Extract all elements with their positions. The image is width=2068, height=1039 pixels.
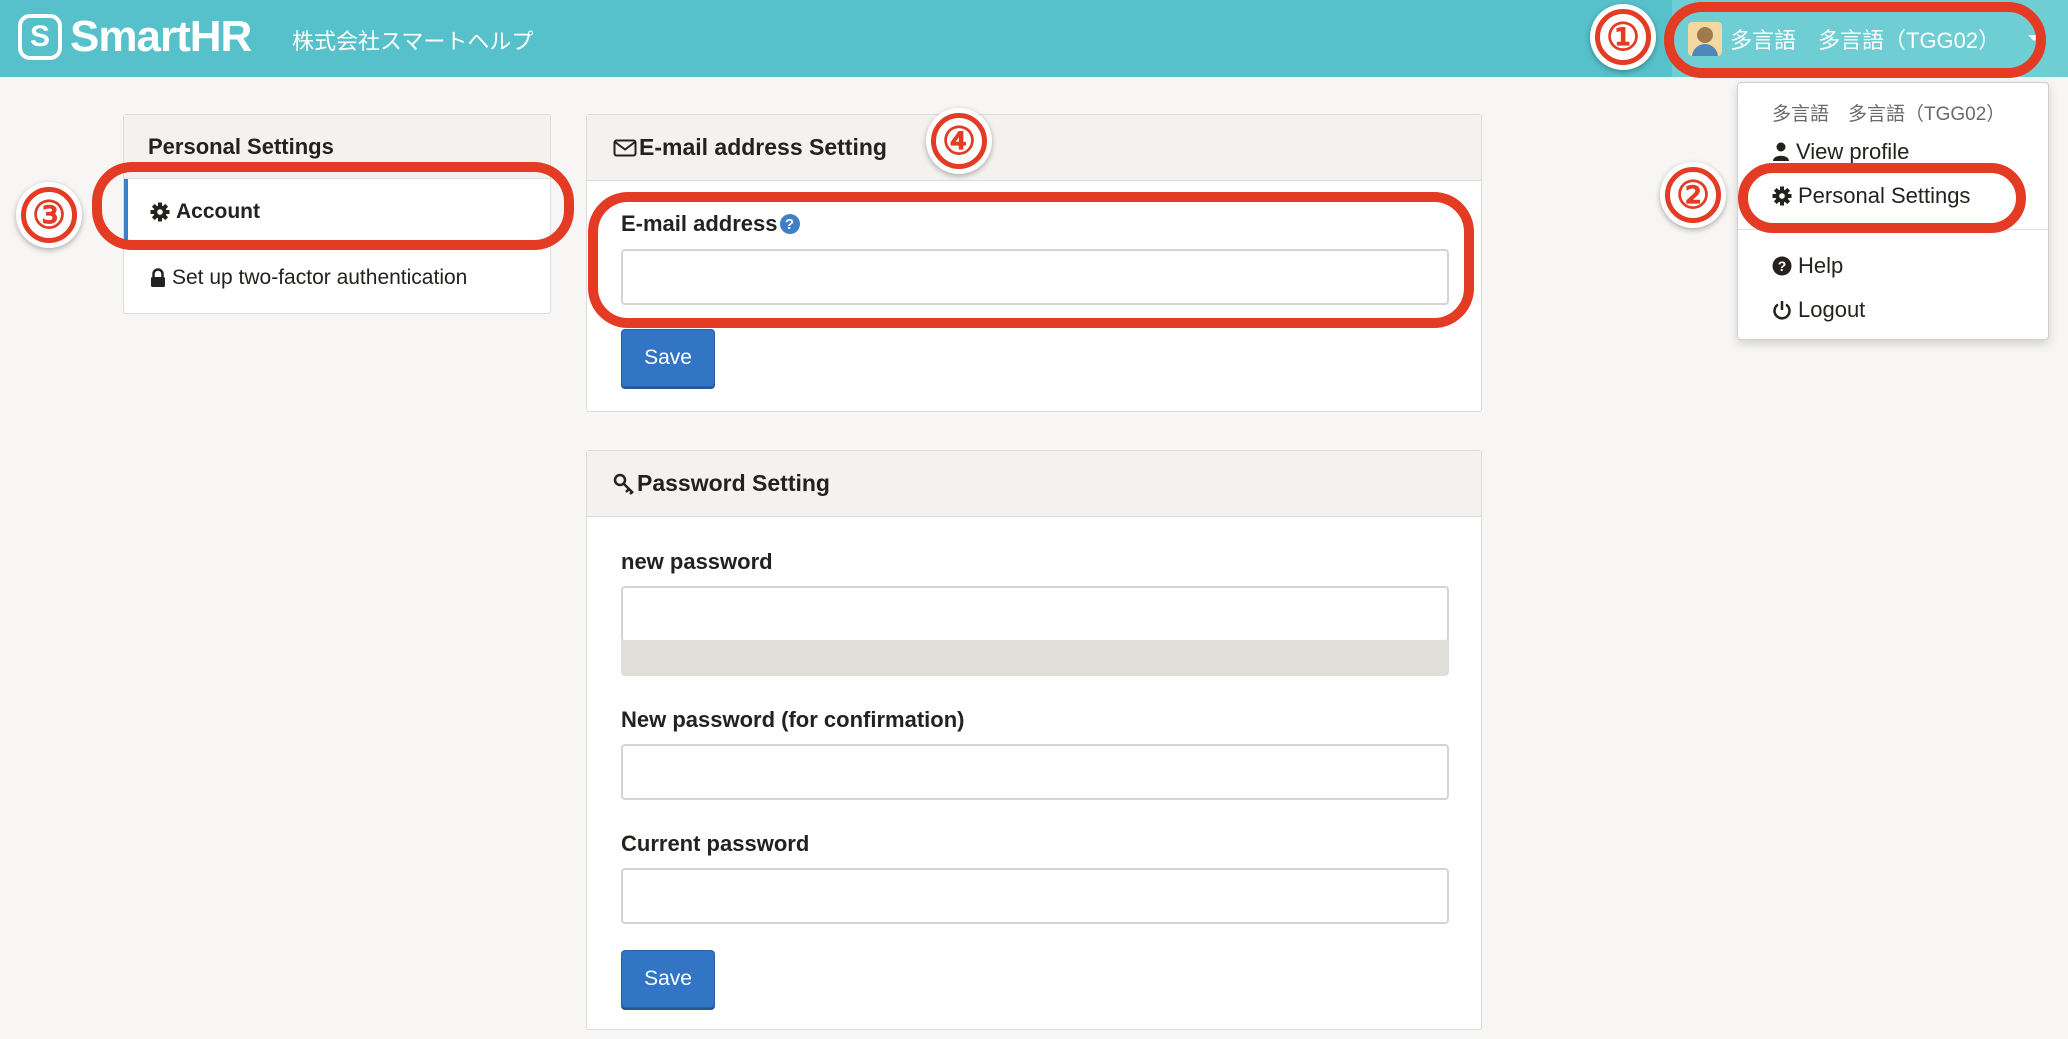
annotation-step-1: ① xyxy=(1590,4,1656,70)
menu-item-help[interactable]: ? Help xyxy=(1772,253,1843,279)
power-icon xyxy=(1773,301,1791,320)
password-panel-title: Password Setting xyxy=(637,470,830,496)
key-icon xyxy=(613,473,634,495)
confirm-password-field[interactable] xyxy=(621,744,1449,800)
envelope-icon xyxy=(613,139,637,156)
current-password-field[interactable] xyxy=(621,868,1449,924)
email-panel-title: E-mail address Setting xyxy=(639,134,887,160)
new-password-field[interactable] xyxy=(621,586,1449,642)
annotation-ring-account xyxy=(92,162,574,250)
smarthr-logo[interactable]: S SmartHR xyxy=(18,12,252,61)
password-strength-meter xyxy=(621,640,1449,676)
current-password-label: Current password xyxy=(621,831,810,856)
sidebar-item-two-factor[interactable]: Set up two-factor authentication xyxy=(124,245,550,311)
question-circle-icon: ? xyxy=(1772,256,1792,276)
menu-item-view-profile[interactable]: View profile xyxy=(1772,139,1909,165)
dropdown-user-name: 多言語 多言語（TGG02） xyxy=(1772,104,2006,125)
email-save-button[interactable]: Save xyxy=(621,329,715,387)
menu-item-label: Help xyxy=(1798,253,1844,278)
annotation-step-4: ④ xyxy=(926,108,992,174)
annotation-ring-personal-settings xyxy=(1738,163,2026,233)
menu-item-logout[interactable]: Logout xyxy=(1772,297,1865,323)
annotation-ring-user-menu xyxy=(1664,2,2046,78)
email-panel-header: E-mail address Setting xyxy=(587,115,1481,181)
password-settings-panel: Password Setting new password New passwo… xyxy=(586,450,1482,1030)
annotation-ring-email-field xyxy=(588,192,1474,328)
password-save-button[interactable]: Save xyxy=(621,950,715,1008)
confirm-password-label: New password (for confirmation) xyxy=(621,707,965,732)
sidebar-item-label: Set up two-factor authentication xyxy=(172,266,468,289)
password-panel-header: Password Setting xyxy=(587,451,1481,517)
svg-text:?: ? xyxy=(1778,258,1787,274)
brand-name: SmartHR xyxy=(70,12,252,61)
company-name: 株式会社スマートヘルプ xyxy=(292,29,534,54)
lock-icon xyxy=(151,268,165,287)
annotation-step-2: ② xyxy=(1660,162,1726,228)
new-password-label: new password xyxy=(621,549,773,574)
menu-item-label: Logout xyxy=(1798,297,1866,322)
user-icon xyxy=(1773,142,1789,161)
annotation-step-3: ③ xyxy=(16,182,82,248)
smarthr-logo-mark-icon: S xyxy=(18,14,62,60)
menu-item-label: View profile xyxy=(1796,139,1910,164)
